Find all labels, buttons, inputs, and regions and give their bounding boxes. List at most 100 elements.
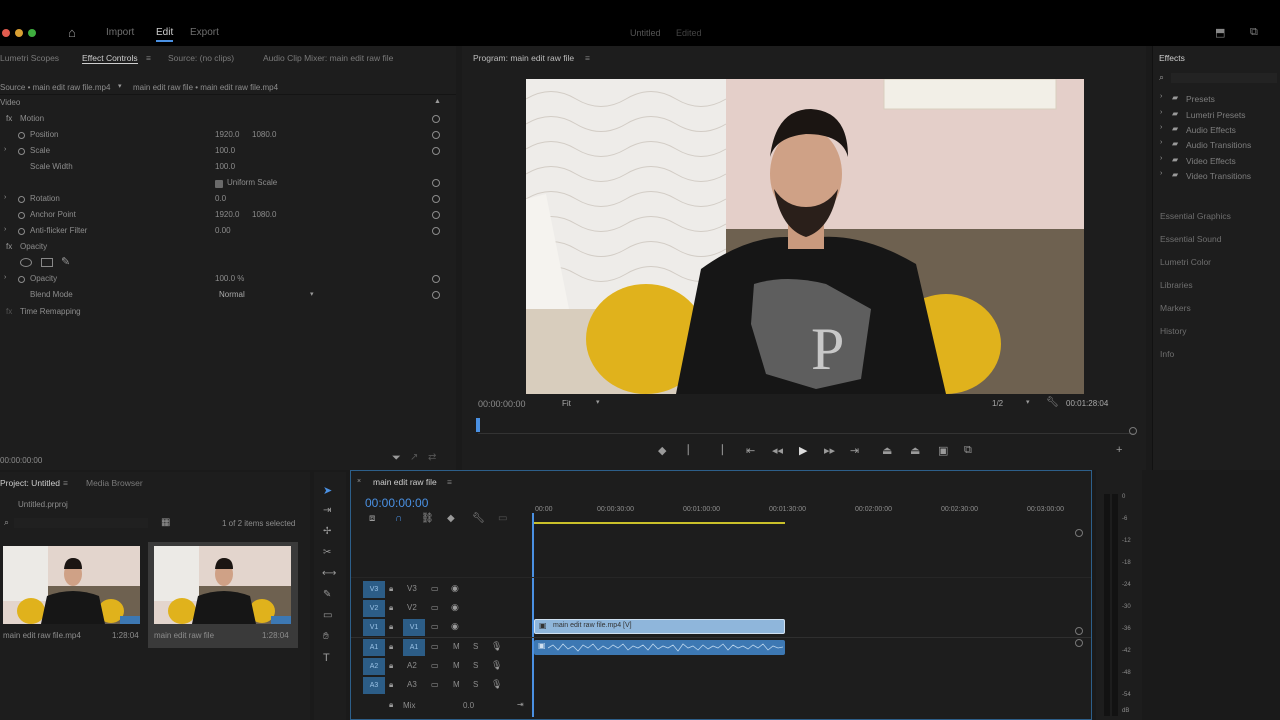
stopwatch-icon[interactable] (18, 196, 25, 203)
timeline-timecode[interactable]: 00:00:00:00 (365, 496, 428, 510)
play-icon[interactable]: ▶ (799, 444, 807, 457)
chevron-right-icon[interactable]: › (1160, 139, 1162, 146)
chevron-down-icon[interactable]: ▾ (596, 398, 600, 406)
position-x-value[interactable]: 1920.0 (215, 130, 239, 139)
track-target-a2[interactable]: A2 (363, 658, 385, 675)
export-frame-icon[interactable]: ↗ (410, 452, 418, 463)
video-clip[interactable]: ▣ main edit raw file.mp4 [V] (534, 619, 785, 634)
tab-lumetri-scopes[interactable]: Lumetri Scopes (0, 53, 59, 63)
maximize-window-button[interactable] (28, 29, 36, 37)
selection-tool-icon[interactable]: ➤ (323, 484, 332, 497)
work-area-bar[interactable] (533, 522, 785, 524)
panel-libraries[interactable]: Libraries (1160, 280, 1193, 290)
chevron-right-icon[interactable]: › (1160, 170, 1162, 177)
mute-button[interactable]: M (453, 680, 460, 689)
step-back-icon[interactable]: ◂◂ (772, 444, 783, 457)
program-video-frame[interactable]: P (526, 79, 1084, 394)
chevron-right-icon[interactable]: › (1160, 93, 1162, 100)
tab-source[interactable]: Source: (no clips) (168, 53, 234, 63)
microphone-icon[interactable]: 🎙︎ (491, 679, 502, 690)
sync-lock-icon[interactable]: ▭ (431, 642, 439, 651)
panel-history[interactable]: History (1160, 326, 1186, 336)
go-to-out-icon[interactable]: ⇥ (850, 444, 859, 457)
chevron-right-icon[interactable]: › (1160, 109, 1162, 116)
lock-icon[interactable]: 🔒︎ (389, 680, 393, 690)
lock-icon[interactable]: 🔒︎ (389, 603, 393, 613)
pen-mask-icon[interactable]: ✎ (61, 255, 70, 268)
sync-lock-icon[interactable]: ▭ (431, 680, 439, 689)
close-tab-icon[interactable]: × (357, 478, 361, 485)
blend-reset-icon[interactable] (432, 291, 440, 299)
track-target-v2[interactable]: V2 (363, 600, 385, 617)
timeline-playhead[interactable] (532, 513, 534, 717)
panel-markers[interactable]: Markers (1160, 303, 1191, 313)
rotation-value[interactable]: 0.0 (215, 194, 226, 203)
effects-folder-lumetri-presets[interactable]: Lumetri Presets (1186, 110, 1246, 120)
microphone-icon[interactable]: 🎙︎ (491, 660, 502, 671)
close-window-button[interactable] (2, 29, 10, 37)
lift-icon[interactable]: ⏏ (882, 444, 892, 457)
source-patch-v1[interactable]: V1 (403, 619, 425, 636)
project-item-thumbnail[interactable] (3, 546, 140, 624)
panel-menu-icon[interactable]: ≡ (63, 478, 68, 488)
source-patch-a1[interactable]: A1 (403, 639, 425, 656)
add-marker-icon[interactable]: ◆ (658, 444, 666, 457)
lock-icon[interactable]: 🔒︎ (389, 661, 393, 671)
panel-menu-icon[interactable]: ≡ (146, 53, 151, 63)
effects-folder-audio-transitions[interactable]: Audio Transitions (1186, 140, 1251, 150)
nest-icon[interactable]: ⧈ (369, 513, 375, 524)
scroll-up-icon[interactable]: ▲ (434, 98, 441, 105)
motion-fx-icon[interactable]: fx (6, 114, 12, 123)
panel-info[interactable]: Info (1160, 349, 1174, 359)
lock-icon[interactable]: 🔒︎ (389, 642, 393, 652)
program-scrub-bar[interactable] (476, 418, 1137, 435)
mute-button[interactable]: M (453, 661, 460, 670)
eye-icon[interactable]: ◉ (451, 621, 459, 632)
solo-button[interactable]: S (473, 680, 478, 689)
sequence-clip-path[interactable]: main edit raw file • main edit raw file.… (133, 83, 278, 92)
program-timecode[interactable]: 00:00:00:00 (478, 399, 526, 409)
project-item-name[interactable]: main edit raw file.mp4 (3, 631, 81, 640)
program-playhead[interactable] (476, 418, 480, 432)
tab-edit[interactable]: Edit (156, 27, 174, 42)
anchor-y-value[interactable]: 1080.0 (252, 210, 276, 219)
panel-lumetri-color[interactable]: Lumetri Color (1160, 257, 1211, 267)
stopwatch-icon[interactable] (18, 228, 25, 235)
add-marker-icon[interactable]: ◆ (447, 513, 455, 524)
eye-icon[interactable]: ◉ (451, 602, 459, 613)
motion-reset-icon[interactable] (432, 115, 440, 123)
camera-icon[interactable]: ▣ (938, 444, 948, 457)
new-bin-icon[interactable]: ▦ (161, 517, 170, 528)
chevron-down-icon[interactable]: ▾ (1026, 398, 1030, 406)
effects-folder-audio-effects[interactable]: Audio Effects (1186, 125, 1236, 135)
solo-button[interactable]: S (473, 642, 478, 651)
mark-in-icon[interactable]: ⎸ (688, 444, 699, 457)
zoom-fit-select[interactable]: Fit (562, 399, 571, 408)
source-clip-path[interactable]: Source • main edit raw file.mp4 (0, 83, 110, 92)
scrub-end-handle[interactable] (1129, 427, 1137, 435)
quick-export-icon[interactable]: ⬒ (1215, 26, 1225, 39)
expand-chevron-icon[interactable]: › (4, 194, 6, 201)
track-target-a1[interactable]: A1 (363, 639, 385, 656)
ellipse-mask-icon[interactable] (20, 258, 32, 267)
scale-reset-icon[interactable] (432, 147, 440, 155)
mark-out-icon[interactable]: ⎹ (712, 444, 723, 457)
lock-icon[interactable]: 🔒︎ (389, 700, 393, 710)
project-item-name[interactable]: main edit raw file (154, 631, 214, 640)
rectangle-mask-icon[interactable] (41, 258, 53, 267)
wrench-icon[interactable]: 🔧︎ (472, 513, 485, 524)
sync-lock-icon[interactable]: ▭ (431, 622, 439, 631)
tab-export[interactable]: Export (190, 27, 219, 38)
button-editor-icon[interactable]: + (1116, 444, 1122, 456)
stopwatch-icon[interactable] (18, 148, 25, 155)
project-item-selected[interactable]: main edit raw file 1:28:04 (148, 542, 298, 648)
anti-flicker-reset-icon[interactable] (432, 227, 440, 235)
comparison-view-icon[interactable]: ⧉ (964, 444, 972, 457)
chevron-right-icon[interactable]: › (1160, 155, 1162, 162)
mute-button[interactable]: M (453, 642, 460, 651)
effects-search-input[interactable] (1171, 73, 1277, 83)
panel-menu-icon[interactable]: ≡ (585, 53, 590, 63)
opacity-fx-icon[interactable]: fx (6, 242, 12, 251)
search-icon[interactable]: ⌕ (4, 517, 9, 528)
track-select-tool-icon[interactable]: ⇥ (323, 505, 331, 516)
